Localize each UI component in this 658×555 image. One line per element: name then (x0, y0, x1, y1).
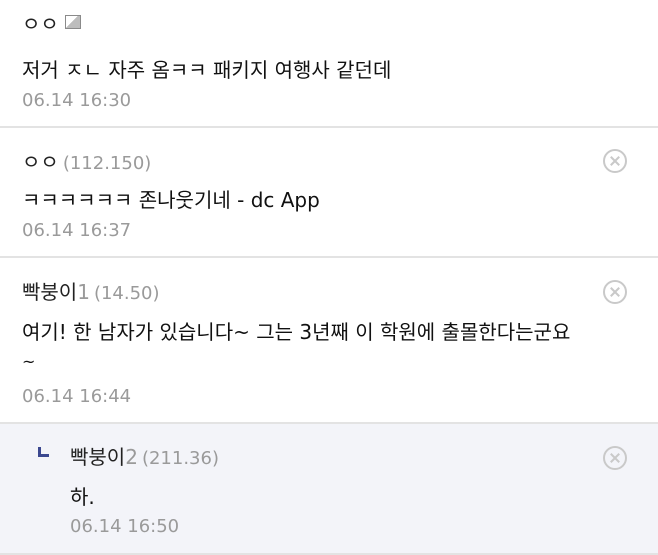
delete-reply-icon[interactable] (603, 446, 627, 470)
image-icon (64, 15, 81, 29)
reply-text: 하. (70, 485, 95, 509)
author-suffix: 1 (77, 280, 90, 304)
reply-arrow-icon (38, 447, 49, 457)
comment-item: ㅇㅇ 저거 ㅈㄴ 자주 옴ㅋㅋ 패키지 여행사 같던데 06.14 16:30 (0, 0, 658, 128)
delete-comment-icon[interactable] (603, 280, 627, 304)
author-ip: (211.36) (141, 448, 219, 469)
comment-author[interactable]: ㅇㅇ (22, 8, 81, 37)
comment-timestamp: 06.14 16:30 (22, 90, 132, 111)
author-suffix: 2 (125, 445, 138, 469)
comment-text: 저거 ㅈㄴ 자주 옴ㅋㅋ 패키지 여행사 같던데 (22, 58, 392, 82)
author-ip: (14.50) (93, 283, 160, 304)
reply-author[interactable]: 빡붕이2 (211.36) (70, 441, 219, 470)
comment-timestamp: 06.14 16:44 (22, 386, 132, 407)
comment-author[interactable]: 빡붕이1 (14.50) (22, 276, 160, 305)
delete-comment-icon[interactable] (603, 149, 627, 173)
author-nickname: ㅇㅇ (22, 12, 59, 36)
reply-item: 빡붕이2 (211.36) 하. 06.14 16:50 (0, 424, 658, 555)
author-nickname: 빡붕이 (70, 445, 126, 469)
comment-item: ㅇㅇ (112.150) ㅋㅋㅋㅋㅋㅋ 존나웃기네 - dc App 06.14 … (0, 128, 658, 258)
reply-timestamp: 06.14 16:50 (70, 516, 180, 537)
comment-text-continuation: ~ (22, 352, 36, 371)
comment-author[interactable]: ㅇㅇ (112.150) (22, 146, 151, 175)
comment-text: ㅋㅋㅋㅋㅋㅋ 존나웃기네 - dc App (22, 188, 320, 212)
comment-timestamp: 06.14 16:37 (22, 220, 132, 241)
author-nickname: ㅇㅇ (22, 150, 59, 174)
author-nickname: 빡붕이 (22, 280, 78, 304)
comment-text: 여기! 한 남자가 있습니다~ 그는 3년째 이 학원에 출몰한다는군요 (22, 320, 571, 344)
author-ip: (112.150) (62, 153, 152, 174)
comment-item: 빡붕이1 (14.50) 여기! 한 남자가 있습니다~ 그는 3년째 이 학원에… (0, 258, 658, 424)
